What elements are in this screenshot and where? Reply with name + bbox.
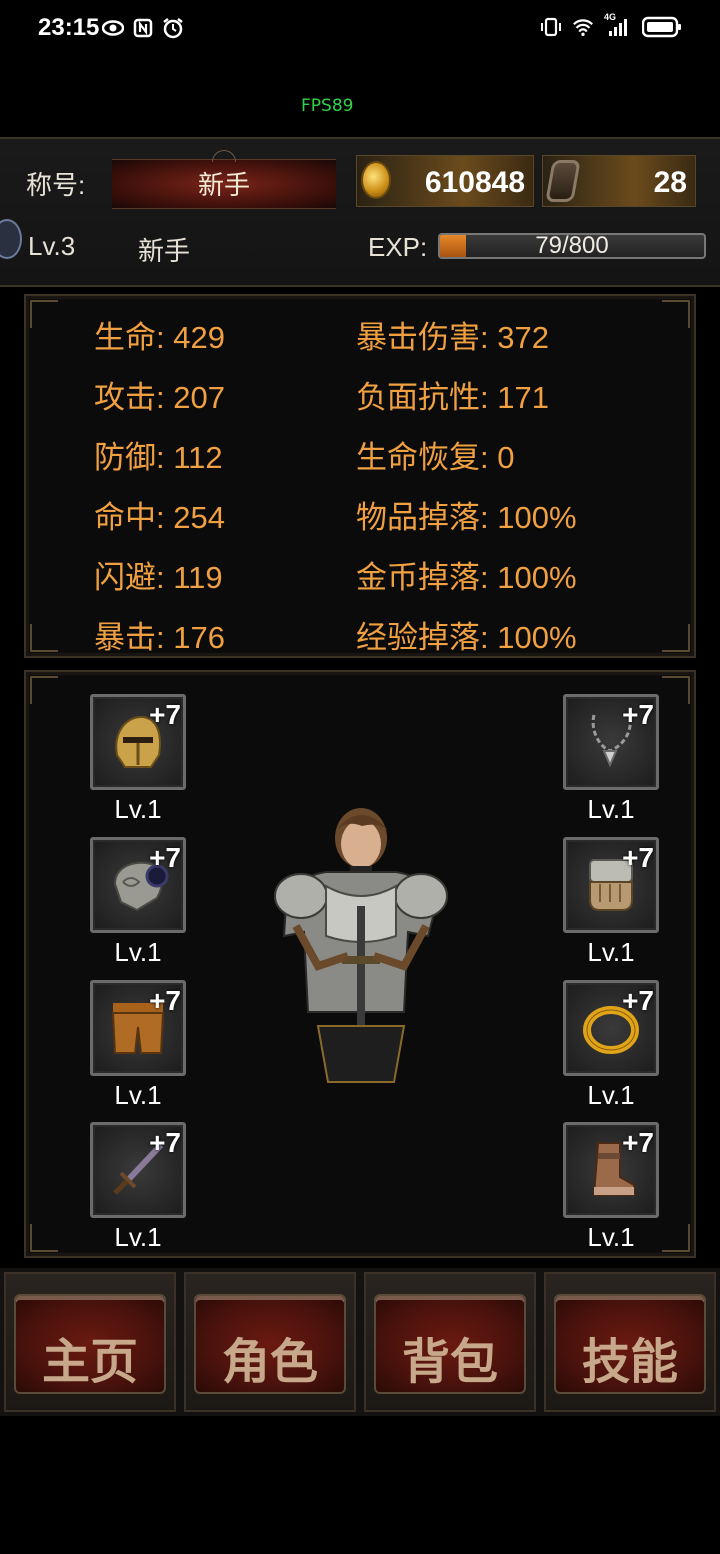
stat-hp-regen: 生命恢复: 0 xyxy=(356,440,515,475)
player-rank: 新手 xyxy=(138,236,191,266)
exp-text: 79/800 xyxy=(535,233,609,259)
title-value: 新手 xyxy=(197,170,250,200)
equip-level: Lv.1 xyxy=(114,1222,162,1252)
stat-defense: 防御: 112 xyxy=(94,440,223,475)
title-label: 称号: xyxy=(26,170,86,200)
enhance-level: +7 xyxy=(622,1127,654,1158)
bottom-nav: 主页 角色 背包 技能 xyxy=(0,1268,720,1416)
equip-slot-weapon[interactable]: +7 xyxy=(90,1122,186,1218)
enhance-level: +7 xyxy=(622,985,654,1016)
equip-level: Lv.1 xyxy=(587,1080,635,1110)
hero-character-icon xyxy=(274,808,448,1083)
nav-bag-button[interactable]: 背包 xyxy=(364,1272,536,1412)
plate-ornament xyxy=(212,150,236,162)
stat-attack: 攻击: 207 xyxy=(94,380,225,415)
stat-item-drop: 物品掉落: 100% xyxy=(356,500,577,535)
vibrate-icon xyxy=(540,16,562,38)
equip-level: Lv.1 xyxy=(114,937,162,967)
equip-slot-boots[interactable]: +7 xyxy=(563,1122,659,1218)
character-header: 称号: 新手 610848 28 Lv.3 新手 EXP: 79/800 xyxy=(0,137,720,287)
nav-character-button[interactable]: 角色 xyxy=(184,1272,356,1412)
equip-level: Lv.1 xyxy=(587,794,635,824)
player-level: Lv.3 xyxy=(28,231,76,261)
nav-label: 主页 xyxy=(41,1336,138,1389)
gem-value: 28 xyxy=(653,166,687,199)
enhance-level: +7 xyxy=(149,1127,181,1158)
gem-icon xyxy=(545,160,581,202)
nav-label: 背包 xyxy=(401,1336,498,1389)
equip-slot-ring[interactable]: +7 xyxy=(563,980,659,1076)
nfc-icon xyxy=(132,17,154,39)
nav-home-button[interactable]: 主页 xyxy=(4,1272,176,1412)
title-plate[interactable]: 新手 xyxy=(112,150,336,209)
enhance-level: +7 xyxy=(149,842,181,873)
enhance-level: +7 xyxy=(149,985,181,1016)
nav-label: 技能 xyxy=(581,1336,678,1389)
status-time: 23:15 xyxy=(38,14,100,41)
equip-slot-gloves[interactable]: +7 xyxy=(563,837,659,933)
battery-icon xyxy=(642,16,682,38)
equip-slot-shoulder[interactable]: +7 xyxy=(90,837,186,933)
alarm-icon xyxy=(162,17,184,39)
stat-accuracy: 命中: 254 xyxy=(94,500,225,535)
exp-label: EXP: xyxy=(368,232,428,262)
stat-exp-drop: 经验掉落: 100% xyxy=(356,620,577,655)
wifi-icon xyxy=(572,16,594,38)
nav-label: 角色 xyxy=(221,1336,318,1389)
stat-debuff-resist: 负面抗性: 171 xyxy=(356,380,549,415)
gold-coin-icon xyxy=(361,161,391,199)
equip-level: Lv.1 xyxy=(587,937,635,967)
stat-gold-drop: 金币掉落: 100% xyxy=(356,560,577,595)
equip-slot-pants[interactable]: +7 xyxy=(90,980,186,1076)
equip-level: Lv.1 xyxy=(114,1080,162,1110)
stat-crit: 暴击: 176 xyxy=(94,620,225,655)
stat-crit-damage: 暴击伤害: 372 xyxy=(356,320,549,355)
enhance-level: +7 xyxy=(149,699,181,730)
gold-value: 610848 xyxy=(424,166,525,199)
gem-counter: 28 xyxy=(542,155,696,207)
nav-skills-button[interactable]: 技能 xyxy=(544,1272,716,1412)
status-bar: 23:15 4G xyxy=(0,0,720,60)
equip-level: Lv.1 xyxy=(587,1222,635,1252)
equip-slot-helmet[interactable]: +7 xyxy=(90,694,186,790)
stats-panel: 生命: 429 攻击: 207 防御: 112 命中: 254 闪避: 119 … xyxy=(24,294,696,658)
enhance-level: +7 xyxy=(622,699,654,730)
cellular-signal-icon: 4G xyxy=(604,12,632,38)
equip-slot-necklace[interactable]: +7 xyxy=(563,694,659,790)
equip-level: Lv.1 xyxy=(114,794,162,824)
eye-icon xyxy=(102,17,124,39)
enhance-level: +7 xyxy=(622,842,654,873)
network-type-label: 4G xyxy=(604,12,617,22)
fps-counter: FPS89 xyxy=(301,96,354,116)
stat-evasion: 闪避: 119 xyxy=(94,560,223,595)
exp-bar: 79/800 xyxy=(438,233,706,259)
gold-counter: 610848 xyxy=(356,155,534,207)
stat-hp: 生命: 429 xyxy=(94,320,225,355)
avatar[interactable] xyxy=(0,219,22,259)
